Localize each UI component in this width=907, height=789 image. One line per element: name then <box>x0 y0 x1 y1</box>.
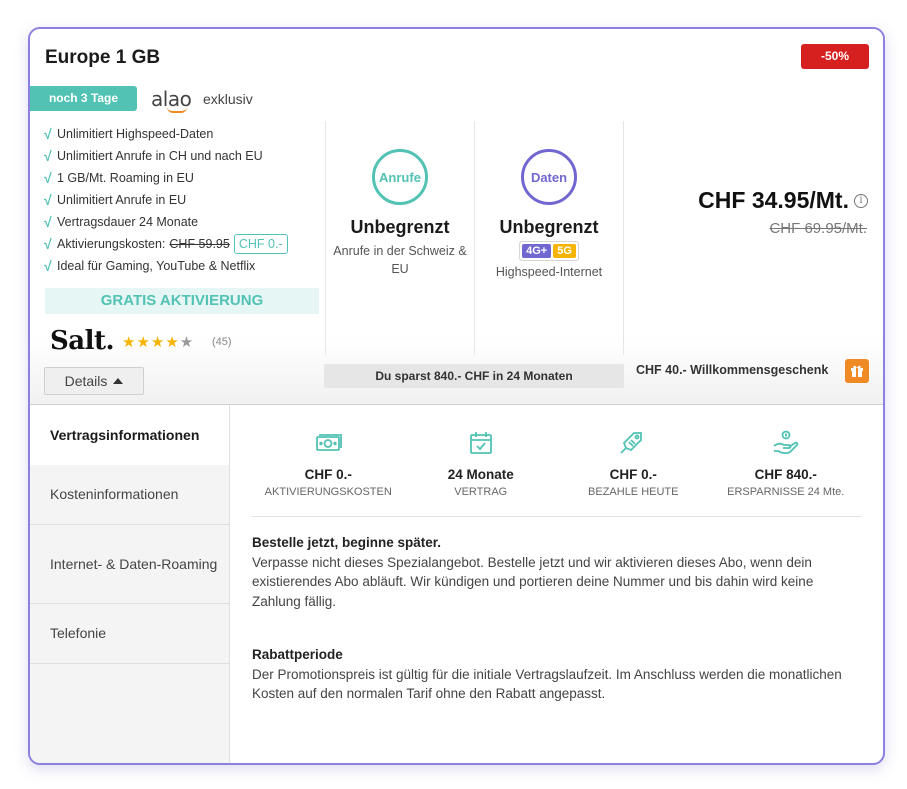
offer-title: Europe 1 GB <box>45 47 161 68</box>
review-count[interactable]: (45) <box>212 336 232 348</box>
feature-text: Unlimitiert Highspeed-Daten <box>57 127 214 141</box>
stat-contract: 24 Monate VERTRAG <box>405 405 558 516</box>
star-filled-icons: ★★★★ <box>122 334 180 351</box>
network-badges: 4G+ 5G <box>519 241 579 261</box>
info-icon[interactable]: i <box>854 193 868 208</box>
check-icon: √ <box>44 214 52 230</box>
data-circle-icon: Daten <box>521 149 577 205</box>
old-price: CHF 69.95/Mt. <box>769 220 867 237</box>
offer-summary: Europe 1 GB -50% noch 3 Tage alao exklus… <box>30 29 883 404</box>
contract-stats: CHF 0.- AKTIVIERUNGSKOSTEN 24 Monate VER… <box>252 405 862 517</box>
info-section-order-later: Bestelle jetzt, beginne später. Verpasse… <box>252 533 862 611</box>
check-icon: √ <box>44 258 52 274</box>
stat-label: AKTIVIERUNGSKOSTEN <box>264 486 392 498</box>
money-icon <box>252 429 405 457</box>
offer-card: Europe 1 GB -50% noch 3 Tage alao exklus… <box>28 27 885 765</box>
savings-hand-icon <box>710 429 863 457</box>
activation-label: Aktivierungskosten: <box>57 237 166 251</box>
monthly-price: CHF 34.95/Mt. i <box>698 187 868 214</box>
alao-smile-mark <box>167 107 187 113</box>
gift-text: CHF 40.- Willkommensgeschenk <box>636 363 829 377</box>
feature-item: √ Unlimitiert Anrufe in CH und nach EU <box>44 145 288 167</box>
feature-item: √ 1 GB/Mt. Roaming in EU <box>44 167 288 189</box>
badge-5g: 5G <box>553 244 576 258</box>
feature-text: 1 GB/Mt. Roaming in EU <box>57 171 194 185</box>
price-value: CHF 34.95/Mt. <box>698 187 849 213</box>
feature-item: √ Ideal für Gaming, YouTube & Netflix <box>44 255 288 277</box>
feature-item-activation: √ Aktivierungskosten: CHF 59.95 CHF 0.- <box>44 233 288 255</box>
section-title: Rabattperiode <box>252 647 343 662</box>
check-icon: √ <box>44 236 52 252</box>
details-sidebar: Vertragsinformationen Kosteninformatione… <box>30 405 230 763</box>
calls-column: Anrufe Unbegrenzt Anrufe in der Schweiz … <box>326 149 474 278</box>
feature-text: Ideal für Gaming, YouTube & Netflix <box>57 259 256 273</box>
feature-text: Unlimitiert Anrufe in CH und nach EU <box>57 149 263 163</box>
stat-label: ERSPARNISSE 24 Mte. <box>727 486 845 498</box>
details-button-label: Details <box>64 373 108 389</box>
tab-telephony[interactable]: Telefonie <box>30 604 229 664</box>
calls-title: Unbegrenzt <box>350 217 450 237</box>
stat-value: CHF 840.- <box>754 467 817 482</box>
feature-text: Unlimitiert Anrufe in EU <box>57 193 187 207</box>
tab-roaming[interactable]: Internet- & Daten-Roaming <box>30 525 229 604</box>
rating-stars: ★★★★★ <box>122 333 194 351</box>
feature-item: √ Unlimitiert Anrufe in EU <box>44 189 288 211</box>
tab-contract-info[interactable]: Vertragsinformationen <box>30 405 229 465</box>
free-activation-banner: GRATIS AKTIVIERUNG <box>45 288 319 314</box>
exclusive-label: exklusiv <box>203 91 253 107</box>
feature-item: √ Unlimitiert Highspeed-Daten <box>44 123 288 145</box>
stat-savings: CHF 840.- ERSPARNISSE 24 Mte. <box>710 405 863 516</box>
check-icon: √ <box>44 148 52 164</box>
alao-logo: alao <box>151 87 192 113</box>
price-tag-icon <box>557 429 710 457</box>
feature-item: √ Vertragsdauer 24 Monate <box>44 211 288 233</box>
tab-cost-info[interactable]: Kosteninformationen <box>30 465 229 525</box>
stat-label: BEZAHLE HEUTE <box>588 486 679 498</box>
data-column: Daten Unbegrenzt 4G+ 5G Highspeed-Intern… <box>475 149 623 281</box>
calendar-check-icon <box>405 429 558 457</box>
gift-icon-glyph <box>851 365 863 377</box>
star-empty-icon: ★ <box>179 334 195 351</box>
activation-new-price: CHF 0.- <box>233 234 288 254</box>
feature-list: √ Unlimitiert Highspeed-Daten √ Unlimiti… <box>44 123 288 277</box>
section-title: Bestelle jetzt, beginne später. <box>252 535 442 550</box>
data-subtitle: Highspeed-Internet <box>495 265 603 279</box>
salt-logo: Salt. <box>50 326 115 356</box>
stat-pay-today: CHF 0.- BEZAHLE HEUTE <box>557 405 710 516</box>
section-text: Der Promotionspreis ist gültig für die i… <box>252 666 842 702</box>
data-title: Unbegrenzt <box>499 217 599 237</box>
stat-label: VERTRAG <box>454 486 508 498</box>
check-icon: √ <box>44 170 52 186</box>
check-icon: √ <box>44 192 52 208</box>
calls-circle-icon: Anrufe <box>372 149 428 205</box>
remaining-days-badge: noch 3 Tage <box>30 86 137 111</box>
column-divider <box>623 121 624 355</box>
savings-bar: Du sparst 840.- CHF in 24 Monaten <box>324 364 624 388</box>
discount-badge: -50% <box>801 44 869 69</box>
check-icon: √ <box>44 126 52 142</box>
stat-value: CHF 0.- <box>304 467 352 482</box>
caret-up-icon <box>113 378 124 384</box>
info-section-discount-period: Rabattperiode Der Promotionspreis ist gü… <box>252 645 862 704</box>
details-toggle-button[interactable]: Details <box>44 367 144 395</box>
badge-4g-plus: 4G+ <box>522 244 552 258</box>
stat-activation: CHF 0.- AKTIVIERUNGSKOSTEN <box>252 405 405 516</box>
details-content: CHF 0.- AKTIVIERUNGSKOSTEN 24 Monate VER… <box>252 405 862 704</box>
calls-subtitle: Anrufe in der Schweiz & EU <box>333 244 467 276</box>
section-text: Verpasse nicht dieses Spezialangebot. Be… <box>252 554 814 609</box>
activation-old-price: CHF 59.95 <box>169 237 230 251</box>
feature-text: Vertragsdauer 24 Monate <box>57 215 199 229</box>
stat-value: CHF 0.- <box>609 467 657 482</box>
gift-icon[interactable] <box>845 359 869 383</box>
stat-value: 24 Monate <box>447 467 514 482</box>
